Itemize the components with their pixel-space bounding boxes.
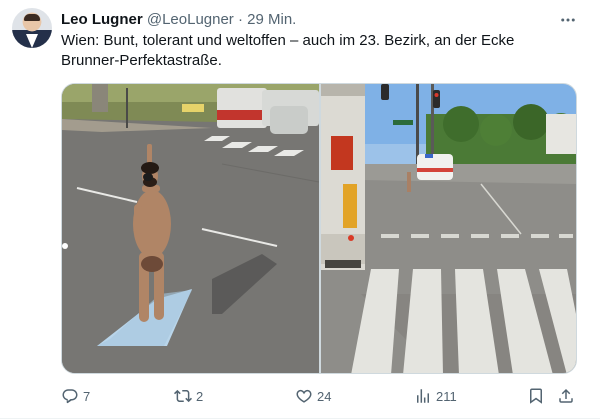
views-button[interactable]: 211 — [414, 384, 457, 408]
reply-button[interactable]: 7 — [61, 384, 90, 408]
avatar-hair — [24, 14, 40, 21]
bookmark-button[interactable] — [527, 384, 545, 408]
like-button[interactable]: 24 — [295, 384, 331, 408]
reply-count: 7 — [83, 388, 91, 404]
views-chart-icon — [417, 389, 429, 403]
tweet-time[interactable]: 29 Min. — [247, 11, 296, 28]
heart-icon — [296, 389, 312, 403]
views-count: 211 — [436, 388, 457, 404]
retweet-count: 2 — [196, 388, 204, 404]
street-photo-right-icon — [321, 84, 576, 373]
more-horizontal-icon — [561, 18, 575, 22]
author-handle[interactable]: @LeoLugner — [147, 11, 234, 28]
retweet-button[interactable]: 2 — [174, 384, 203, 408]
retweet-icon — [174, 389, 192, 403]
reply-icon — [62, 389, 78, 404]
tweet-photo-right[interactable] — [321, 84, 576, 373]
header-separator: · — [237, 11, 243, 28]
more-options-button[interactable] — [556, 8, 580, 32]
tweet-media — [61, 83, 577, 374]
author-avatar[interactable] — [12, 8, 52, 48]
tweet-header: Leo Lugner @LeoLugner · 29 Min. — [61, 10, 296, 30]
share-icon — [559, 388, 573, 403]
bookmark-icon — [530, 388, 542, 404]
street-photo-left-icon — [62, 84, 319, 373]
tweet-text: Wien: Bunt, tolerant und weltoffen – auc… — [61, 32, 515, 69]
avatar-shirt — [26, 34, 38, 48]
tweet-card[interactable]: Leo Lugner @LeoLugner · 29 Min. Wien: Bu… — [0, 0, 600, 419]
author-name[interactable]: Leo Lugner — [61, 11, 143, 28]
like-count: 24 — [317, 388, 332, 404]
tweet-actions: 7 2 24 211 — [61, 384, 577, 408]
tweet-photo-left[interactable] — [62, 84, 319, 373]
share-button[interactable] — [557, 384, 575, 408]
